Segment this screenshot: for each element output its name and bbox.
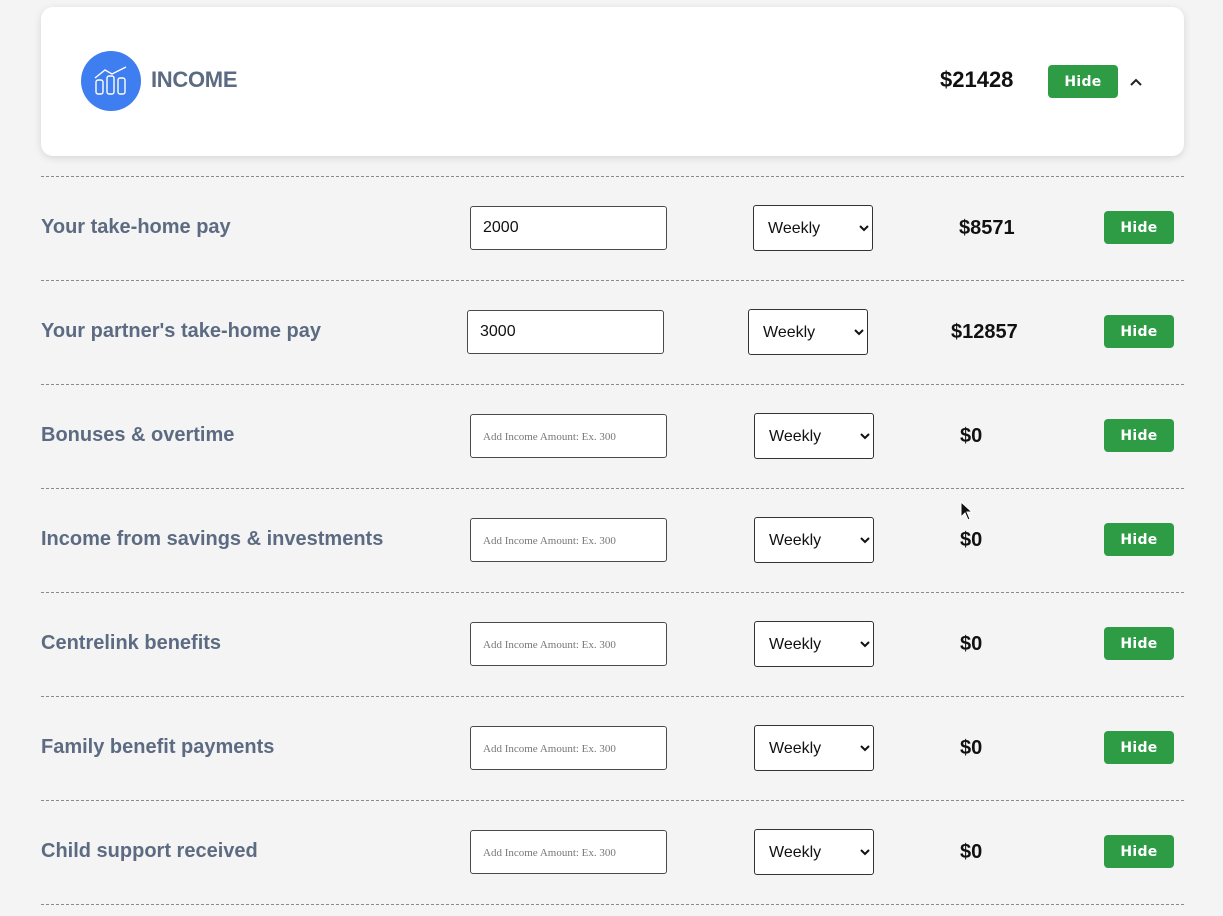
row-amount: $12857 [951, 321, 1018, 343]
income-row-child-support: Child support received Weekly $0 Hide [41, 800, 1184, 905]
hide-row-button[interactable]: Hide [1104, 523, 1174, 556]
mouse-cursor-icon [960, 500, 974, 526]
row-label: Bonuses & overtime [41, 424, 235, 446]
row-label: Your take-home pay [41, 216, 231, 238]
section-title: INCOME [151, 67, 238, 92]
income-row-savings-investments: Income from savings & investments Weekly… [41, 488, 1184, 593]
amount-input[interactable] [470, 206, 667, 250]
row-amount: $0 [960, 737, 983, 759]
chevron-up-icon[interactable] [1127, 73, 1145, 91]
amount-input[interactable] [467, 310, 664, 354]
row-label: Centrelink benefits [41, 632, 222, 654]
row-label: Your partner's take-home pay [41, 320, 322, 342]
hide-row-button[interactable]: Hide [1104, 731, 1174, 764]
income-row-family-benefit-payments: Family benefit payments Weekly $0 Hide [41, 696, 1184, 801]
hide-row-button[interactable]: Hide [1104, 211, 1174, 244]
row-amount: $0 [960, 841, 983, 863]
frequency-select[interactable]: Weekly [748, 309, 868, 355]
amount-input[interactable] [470, 622, 667, 666]
income-total: $21428 [940, 67, 1014, 92]
frequency-select[interactable]: Weekly [754, 725, 874, 771]
row-label: Income from savings & investments [41, 528, 384, 550]
income-row-take-home-pay: Your take-home pay Weekly $8571 Hide [41, 176, 1184, 281]
amount-input[interactable] [470, 518, 667, 562]
frequency-select[interactable]: Weekly [754, 829, 874, 875]
frequency-select[interactable]: Weekly [754, 413, 874, 459]
row-amount: $8571 [959, 217, 1015, 239]
hide-row-button[interactable]: Hide [1104, 835, 1174, 868]
hide-row-button[interactable]: Hide [1104, 627, 1174, 660]
row-amount: $0 [960, 425, 983, 447]
row-amount: $0 [960, 633, 983, 655]
frequency-select[interactable]: Weekly [753, 205, 873, 251]
income-page: INCOME $21428 Hide Your take-home pay We… [0, 0, 1223, 916]
hide-row-button[interactable]: Hide [1104, 419, 1174, 452]
amount-input[interactable] [470, 726, 667, 770]
income-row-partner-take-home-pay: Your partner's take-home pay Weekly $128… [41, 280, 1184, 385]
row-label: Family benefit payments [41, 736, 275, 758]
income-row-bonuses-overtime: Bonuses & overtime Weekly $0 Hide [41, 384, 1184, 489]
row-label: Child support received [41, 840, 258, 862]
frequency-select[interactable]: Weekly [754, 517, 874, 563]
row-divider [41, 904, 1184, 905]
hide-section-button[interactable]: Hide [1048, 65, 1118, 98]
income-row-centrelink-benefits: Centrelink benefits Weekly $0 Hide [41, 592, 1184, 697]
amount-input[interactable] [470, 830, 667, 874]
row-amount: $0 [960, 529, 983, 551]
frequency-select[interactable]: Weekly [754, 621, 874, 667]
income-header-card: INCOME $21428 Hide [41, 7, 1184, 156]
chart-icon [81, 51, 141, 111]
amount-input[interactable] [470, 414, 667, 458]
hide-row-button[interactable]: Hide [1104, 315, 1174, 348]
